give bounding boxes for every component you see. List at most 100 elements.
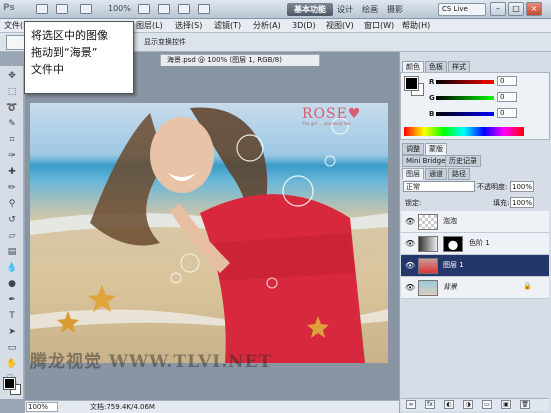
link-layers-icon[interactable]: ∞ [406, 400, 416, 409]
delete-layer-icon[interactable]: 🗑 [520, 400, 530, 409]
move-tool-icon[interactable]: ✥ [5, 70, 19, 82]
blend-mode-select[interactable]: 正常 [403, 181, 475, 192]
hand-tool-icon[interactable]: ✋ [5, 358, 19, 370]
layer-name[interactable]: 图层 1 [443, 260, 464, 270]
opacity-label: 不透明度: [477, 183, 508, 191]
zoom-tool-icon[interactable] [158, 4, 170, 14]
minimize-button[interactable]: – [490, 2, 506, 16]
blue-value[interactable]: 0 [497, 108, 517, 118]
eyedropper-tool-icon[interactable]: ✑ [5, 150, 19, 162]
brush-tool-icon[interactable]: ✏ [5, 182, 19, 194]
crop-tool-icon[interactable]: ⌗ [5, 134, 19, 146]
workspace-design-button[interactable]: 设计 [334, 3, 356, 16]
zoom-field[interactable]: 100% [26, 402, 58, 412]
canvas-rose-logo: ROSE♥ [302, 106, 362, 122]
green-value[interactable]: 0 [497, 92, 517, 102]
layer-row-layer1[interactable]: 👁 图层 1 [401, 255, 549, 277]
zoom-level-title[interactable]: 100% [108, 4, 131, 13]
new-group-icon[interactable]: ▭ [482, 400, 492, 409]
levels-adjustment-icon [418, 236, 438, 252]
history-brush-icon[interactable]: ↺ [5, 214, 19, 226]
stamp-tool-icon[interactable]: ⚲ [5, 198, 19, 210]
menu-window[interactable]: 窗口(W) [364, 20, 394, 32]
green-label: G [429, 94, 435, 102]
layer-name[interactable]: 色阶 1 [469, 238, 490, 248]
bridge-icon[interactable] [36, 4, 48, 14]
new-layer-icon[interactable]: ▣ [501, 400, 511, 409]
blue-slider[interactable] [436, 112, 494, 116]
canvas-placeholder-art [30, 107, 388, 363]
opacity-field[interactable]: 100% [510, 181, 534, 192]
watermark-text: 腾龙视觉 WWW.TLVI.NET [30, 352, 273, 372]
quick-select-tool-icon[interactable]: ✎ [5, 118, 19, 130]
red-slider[interactable] [436, 80, 494, 84]
layer-row-background[interactable]: 👁 背景 🔒 [401, 277, 549, 299]
red-value[interactable]: 0 [497, 76, 517, 86]
menu-3d[interactable]: 3D(D) [292, 20, 316, 32]
visibility-eye-icon[interactable]: 👁 [405, 283, 415, 292]
document-canvas[interactable]: ROSE♥ The girl … you must like [30, 103, 388, 363]
close-button[interactable]: × [526, 2, 542, 16]
tab-masks[interactable]: 蒙版 [425, 143, 447, 155]
workspace-painting-button[interactable]: 绘画 [359, 3, 381, 16]
layer-style-icon[interactable]: fx [425, 400, 435, 409]
layer-row-levels[interactable]: 👁 色阶 1 [401, 233, 549, 255]
tab-mini-bridge[interactable]: Mini Bridge [402, 155, 450, 167]
path-select-tool-icon[interactable]: ➤ [5, 326, 19, 338]
hand-tool-icon[interactable] [138, 4, 150, 14]
menu-help[interactable]: 帮助(H) [402, 20, 430, 32]
panel-foreground-swatch[interactable] [404, 76, 419, 91]
color-spectrum-bar[interactable] [404, 127, 524, 136]
add-mask-icon[interactable]: ◐ [444, 400, 454, 409]
workspace-essentials-button[interactable]: 基本功能 [287, 3, 333, 16]
tab-history[interactable]: 历史记录 [445, 155, 481, 167]
menu-analysis[interactable]: 分析(A) [253, 20, 281, 32]
pen-tool-icon[interactable]: ✒ [5, 294, 19, 306]
layer-mask-thumbnail[interactable] [443, 236, 463, 252]
extras-icon[interactable] [80, 4, 92, 14]
cs-live-button[interactable]: CS Live [438, 3, 486, 16]
new-adjustment-icon[interactable]: ◑ [463, 400, 473, 409]
eraser-tool-icon[interactable]: ▱ [5, 230, 19, 242]
document-tab[interactable]: 海景.psd @ 100% (图层 1, RGB/8) [160, 54, 320, 66]
layer-name[interactable]: 泡泡 [443, 216, 457, 226]
tab-paths[interactable]: 路径 [448, 168, 470, 180]
photoshop-logo: Ps [3, 3, 15, 13]
foreground-color-swatch[interactable] [3, 377, 16, 390]
menu-layer[interactable]: 图层(L) [136, 20, 163, 32]
blur-tool-icon[interactable]: 💧 [5, 262, 19, 274]
menu-select[interactable]: 选择(S) [175, 20, 202, 32]
gradient-tool-icon[interactable]: ▤ [5, 246, 19, 258]
workspace-photography-button[interactable]: 摄影 [384, 3, 406, 16]
shape-tool-icon[interactable]: ▭ [5, 342, 19, 354]
blue-label: B [429, 110, 435, 118]
tooltip-line-3: 文件中 [31, 63, 64, 76]
lasso-tool-icon[interactable]: ➰ [5, 102, 19, 114]
layer-thumbnail [418, 258, 438, 274]
screen-mode-icon[interactable] [198, 4, 210, 14]
green-slider[interactable] [436, 96, 494, 100]
show-transform-controls-label[interactable]: 显示变换控件 [144, 37, 186, 47]
lock-label: 锁定: [405, 199, 422, 207]
tab-channels[interactable]: 通道 [425, 168, 447, 180]
menu-filter[interactable]: 滤镜(T) [214, 20, 241, 32]
tab-layers[interactable]: 图层 [402, 168, 424, 180]
fill-field[interactable]: 100% [510, 197, 534, 208]
layer-row-bubbles[interactable]: 👁 泡泡 [401, 211, 549, 233]
type-tool-icon[interactable]: T [5, 310, 19, 322]
maximize-button[interactable]: □ [508, 2, 524, 16]
minibridge-icon[interactable] [56, 4, 68, 14]
tab-adjustments[interactable]: 调整 [402, 143, 424, 155]
healing-tool-icon[interactable]: ✚ [5, 166, 19, 178]
visibility-eye-icon[interactable]: 👁 [405, 261, 415, 270]
canvas-rose-subtitle: The girl … you must like [302, 121, 351, 126]
arrange-documents-icon[interactable] [178, 4, 190, 14]
menu-view[interactable]: 视图(V) [326, 20, 354, 32]
visibility-eye-icon[interactable]: 👁 [405, 239, 415, 248]
visibility-eye-icon[interactable]: 👁 [405, 217, 415, 226]
marquee-tool-icon[interactable]: ⬚ [5, 86, 19, 98]
layer-thumbnail [418, 214, 438, 230]
layer-name[interactable]: 背景 [443, 282, 457, 292]
dodge-tool-icon[interactable]: ● [5, 278, 19, 290]
document-info[interactable]: 文档:759.4K/4.06M [90, 402, 155, 412]
